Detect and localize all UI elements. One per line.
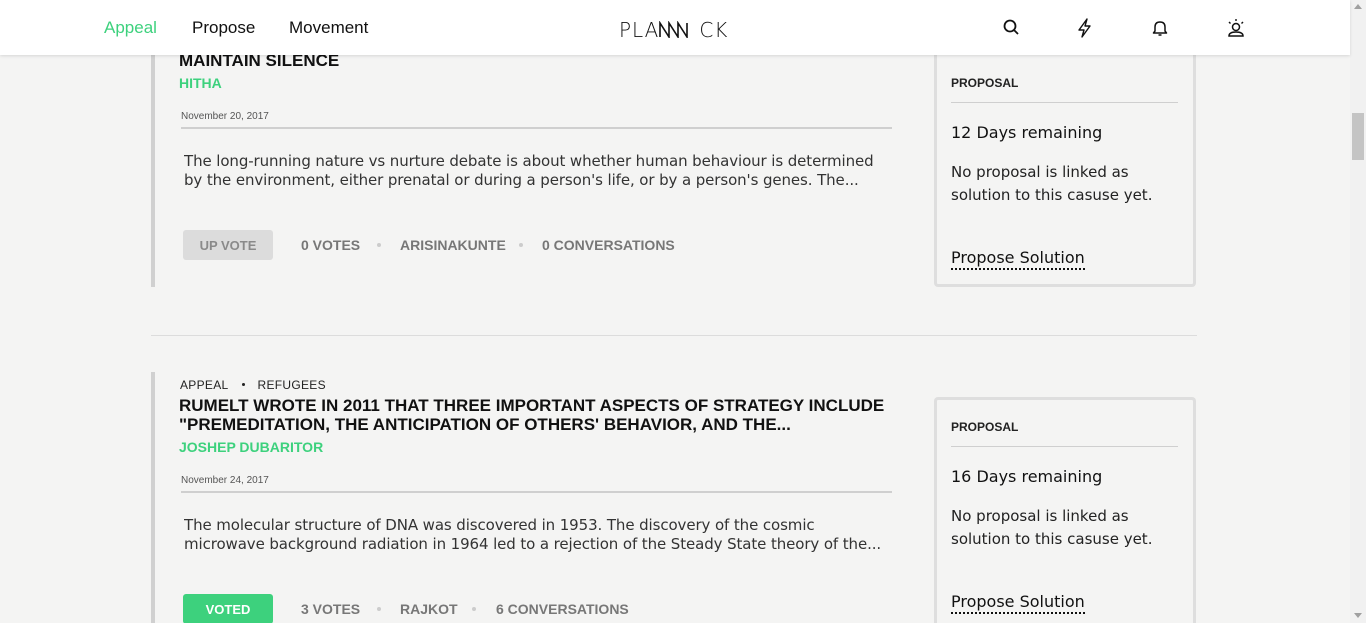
- vote-count: 0 VOTES: [301, 237, 361, 253]
- user-icon[interactable]: [1225, 17, 1247, 39]
- voted-button[interactable]: VOTED: [183, 594, 273, 623]
- post-location[interactable]: RAJKOT: [400, 601, 458, 617]
- nav-link-propose[interactable]: Propose: [192, 18, 255, 38]
- post-separator: [151, 335, 1197, 336]
- logo-mark-icon: [659, 20, 689, 40]
- proposal-status-text: No proposal is linked as solution to thi…: [951, 507, 1153, 548]
- meta-separator: [519, 243, 523, 247]
- upvote-button[interactable]: UP VOTE: [183, 230, 273, 260]
- search-icon[interactable]: [1001, 17, 1023, 39]
- post-excerpt: The long-running nature vs nurture debat…: [184, 152, 874, 189]
- logo[interactable]: PLA CK: [619, 18, 728, 42]
- post-tags: APPEAL REFUGEES: [180, 378, 326, 392]
- scroll-down-arrow-icon[interactable]: [1354, 613, 1362, 618]
- conversation-count[interactable]: 6 CONVERSATIONS: [496, 601, 629, 617]
- proposal-label: PROPOSAL: [951, 420, 1019, 434]
- post-topic[interactable]: REFUGEES: [258, 378, 326, 392]
- logo-text-start: PLA: [619, 18, 660, 42]
- post-date: November 20, 2017: [181, 111, 269, 122]
- post-location[interactable]: ARISINAKUNTE: [400, 237, 506, 253]
- vote-count: 3 VOTES: [301, 601, 361, 617]
- propose-solution-link[interactable]: Propose Solution: [951, 592, 1085, 614]
- meta-separator: [472, 607, 476, 611]
- proposal-status-text: No proposal is linked as solution to thi…: [951, 163, 1153, 204]
- conversation-count[interactable]: 0 CONVERSATIONS: [542, 237, 675, 253]
- lightning-icon[interactable]: [1074, 17, 1096, 39]
- proposal-panel: PROPOSAL 12 Days remaining No proposal i…: [934, 40, 1196, 287]
- logo-text-end: CK: [699, 18, 729, 42]
- scrollbar-thumb[interactable]: [1352, 113, 1364, 160]
- propose-solution-link[interactable]: Propose Solution: [951, 248, 1085, 270]
- tag-separator: [241, 382, 245, 386]
- days-remaining: 16 Days remaining: [951, 467, 1103, 486]
- proposal-label: PROPOSAL: [951, 76, 1019, 90]
- post-divider: [181, 491, 892, 493]
- meta-separator: [377, 243, 381, 247]
- post-card-accent-bar: [151, 372, 155, 623]
- proposal-divider: [951, 102, 1178, 103]
- nav-link-movement[interactable]: Movement: [289, 18, 368, 38]
- post-divider: [181, 127, 892, 129]
- proposal-divider: [951, 446, 1178, 447]
- meta-separator: [377, 607, 381, 611]
- post-category[interactable]: APPEAL: [180, 378, 229, 392]
- nav-link-appeal[interactable]: Appeal: [104, 18, 157, 38]
- top-nav-bar: Appeal Propose Movement PLA CK: [0, 0, 1350, 55]
- post-date: November 24, 2017: [181, 475, 269, 486]
- post-author[interactable]: JOSHEP DUBARITOR: [179, 439, 323, 455]
- bell-icon[interactable]: [1149, 17, 1171, 39]
- post-card-accent-bar: [151, 55, 155, 287]
- post-excerpt: The molecular structure of DNA was disco…: [184, 516, 882, 553]
- vertical-scrollbar[interactable]: [1350, 0, 1366, 623]
- proposal-panel: PROPOSAL 16 Days remaining No proposal i…: [934, 397, 1196, 623]
- post-author[interactable]: HITHA: [179, 75, 222, 91]
- days-remaining: 12 Days remaining: [951, 123, 1103, 142]
- post-title[interactable]: RUMELT WROTE IN 2011 THAT THREE IMPORTAN…: [179, 396, 909, 434]
- scroll-up-arrow-icon[interactable]: [1354, 4, 1362, 9]
